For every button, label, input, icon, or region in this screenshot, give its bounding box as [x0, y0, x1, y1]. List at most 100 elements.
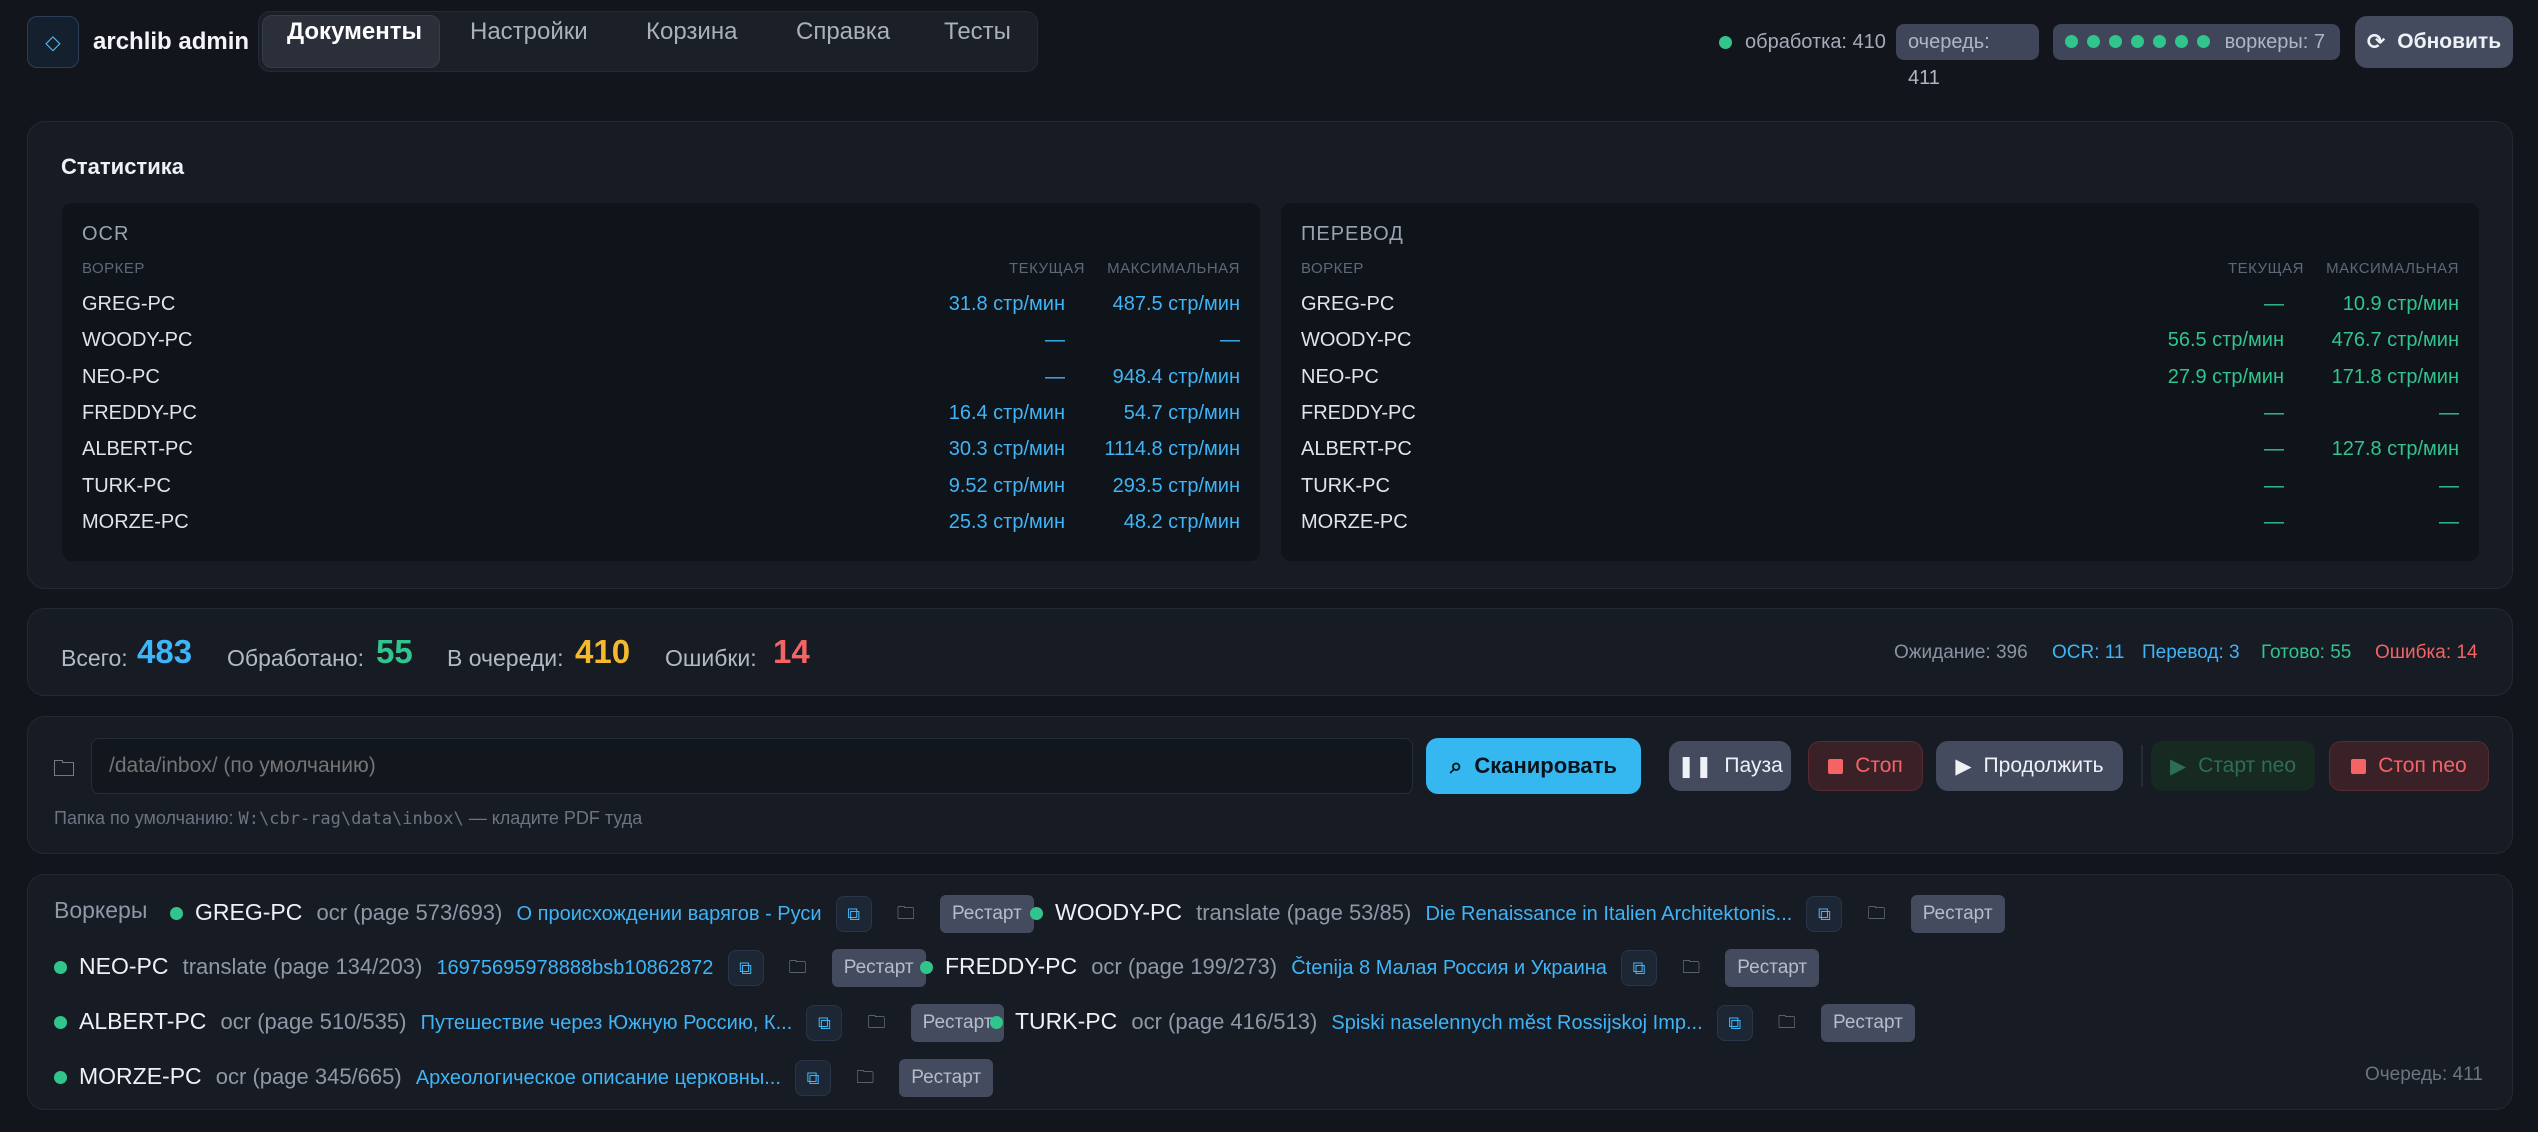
- folder-icon: 🗀: [53, 756, 76, 781]
- folder-icon[interactable]: 🗀: [888, 896, 924, 932]
- stop-neo-button[interactable]: Стоп neo: [2329, 741, 2489, 791]
- open-external-icon[interactable]: ⧉: [1716, 1005, 1753, 1041]
- stop-icon: [2351, 758, 2367, 774]
- current-rate: —: [1045, 329, 1065, 352]
- worker-item: FREDDY-PC ocr (page 199/273) Čtenija 8 М…: [920, 949, 1820, 989]
- current-rate: —: [2264, 438, 2284, 461]
- open-external-icon[interactable]: ⧉: [835, 896, 872, 932]
- open-external-icon[interactable]: ⧉: [1621, 950, 1658, 986]
- stop-button[interactable]: Стоп: [1808, 741, 1923, 791]
- current-rate: 30.3 стр/мин: [948, 438, 1065, 461]
- worker-dots: [2065, 31, 2219, 53]
- online-dot-icon: [54, 1015, 67, 1029]
- restart-button[interactable]: Рестарт: [1910, 895, 2005, 933]
- workers-badge: воркеры: 7: [2053, 24, 2340, 60]
- max-rate: 1114.8 стр/мин: [1104, 438, 1240, 461]
- worker-item: MORZE-PC ocr (page 345/665) Археологичес…: [54, 1059, 994, 1099]
- worker-name: GREG-PC: [195, 898, 303, 925]
- total-label: Всего:: [61, 645, 128, 671]
- online-dot-icon: [170, 906, 183, 920]
- processing-dot-icon: [1719, 36, 1732, 49]
- col-max: МАКСИМАЛЬНАЯ: [2326, 260, 2459, 277]
- worker-name: MORZE-PC: [1301, 510, 1408, 533]
- play-icon: ▶: [2169, 754, 2187, 778]
- max-rate: 127.8 стр/мин: [2331, 438, 2459, 461]
- document-link[interactable]: Путешествие через Южную Россию, К...: [421, 1012, 793, 1034]
- document-link[interactable]: 16975695978888bsb10862872: [436, 957, 713, 979]
- folder-icon[interactable]: 🗀: [859, 1005, 895, 1041]
- pause-button[interactable]: ❚❚ Пауза: [1669, 741, 1791, 791]
- stop-label: Стоп: [1855, 754, 1903, 777]
- stop-icon: [1828, 758, 1844, 774]
- stats-row: MORZE-PC 25.3 стр/мин 48.2 стр/мин: [82, 511, 1240, 547]
- max-rate: 10.9 стр/мин: [2342, 293, 2459, 315]
- tab-documents[interactable]: Документы: [287, 18, 422, 46]
- restart-button[interactable]: Рестарт: [939, 895, 1034, 933]
- document-link[interactable]: Археологическое описание церковны...: [416, 1067, 781, 1089]
- worker-name: TURK-PC: [1301, 474, 1390, 497]
- restart-button[interactable]: Рестарт: [1821, 1004, 1915, 1042]
- col-max: МАКСИМАЛЬНАЯ: [1107, 260, 1240, 277]
- scan-label: Сканировать: [1474, 753, 1617, 778]
- max-rate: —: [2439, 474, 2459, 497]
- translate-stats-table: ПЕРЕВОД ВОРКЕР ТЕКУЩАЯ МАКСИМАЛЬНАЯ GREG…: [1281, 203, 2479, 561]
- current-rate: 27.9 стр/мин: [2167, 365, 2284, 388]
- resume-button[interactable]: ▶ Продолжить: [1936, 741, 2123, 791]
- folder-icon[interactable]: 🗀: [1769, 1005, 1805, 1041]
- document-link[interactable]: Čtenija 8 Малая Россия и Украина: [1291, 957, 1607, 979]
- open-external-icon[interactable]: ⧉: [1806, 896, 1843, 932]
- tab-trash[interactable]: Корзина: [646, 18, 737, 46]
- current-rate: 9.52 стр/мин: [948, 474, 1065, 497]
- scan-path-input[interactable]: [91, 738, 1413, 794]
- default-folder-hint: Папка по умолчанию: W:\cbr-rag\data\inbo…: [54, 808, 642, 829]
- total-value: 483: [137, 633, 193, 670]
- folder-icon[interactable]: 🗀: [780, 950, 816, 986]
- restart-button[interactable]: Рестарт: [831, 949, 926, 987]
- worker-item: TURK-PC ocr (page 416/513) Spiski nasele…: [990, 1004, 1915, 1044]
- document-link[interactable]: О происхождении варягов - Руси: [517, 903, 822, 925]
- current-rate: 16.4 стр/мин: [948, 401, 1065, 424]
- worker-name: ALBERT-PC: [1301, 438, 1412, 461]
- hint-suffix: — кладите PDF туда: [463, 808, 643, 828]
- stats-row: GREG-PC — 10.9 стр/мин: [1301, 293, 2459, 329]
- start-neo-button[interactable]: ▶ Старт neo: [2151, 741, 2315, 791]
- summary-translate: Перевод: 3: [2142, 642, 2240, 663]
- folder-icon[interactable]: 🗀: [847, 1060, 883, 1096]
- open-external-icon[interactable]: ⧉: [806, 1005, 843, 1041]
- worker-status: ocr (page 573/693): [316, 899, 503, 925]
- refresh-icon: ⟳: [2366, 29, 2386, 54]
- app-title: archlib admin: [93, 28, 250, 55]
- worker-status: ocr (page 416/513): [1131, 1008, 1318, 1034]
- worker-item: WOODY-PC translate (page 53/85) Die Rena…: [1030, 895, 2005, 935]
- restart-button[interactable]: Рестарт: [899, 1059, 994, 1097]
- resume-label: Продолжить: [1983, 754, 2104, 777]
- restart-button[interactable]: Рестарт: [1725, 949, 1820, 987]
- stop-neo-label: Стоп neo: [2378, 754, 2467, 777]
- max-rate: 487.5 стр/мин: [1112, 293, 1240, 315]
- tab-help[interactable]: Справка: [796, 18, 890, 46]
- folder-icon[interactable]: 🗀: [1859, 896, 1895, 932]
- folder-icon[interactable]: 🗀: [1673, 950, 1709, 986]
- document-link[interactable]: Spiski naselennych mĕst Rossijskoj Imp..…: [1331, 1012, 1702, 1034]
- refresh-button[interactable]: ⟳ Обновить: [2355, 16, 2513, 68]
- tab-settings[interactable]: Настройки: [470, 18, 588, 46]
- scan-button[interactable]: ⌕ Сканировать: [1426, 738, 1641, 794]
- start-neo-label: Старт neo: [2198, 754, 2297, 777]
- workers-queue: Очередь: 411: [2365, 1064, 2483, 1085]
- in-queue-value: 410: [575, 633, 631, 670]
- open-external-icon[interactable]: ⧉: [795, 1060, 832, 1096]
- processed-label: Обработано:: [227, 645, 365, 671]
- col-worker: ВОРКЕР: [82, 260, 145, 277]
- max-rate: —: [2439, 401, 2459, 424]
- tab-tests[interactable]: Тесты: [944, 18, 1011, 46]
- document-link[interactable]: Die Renaissance in Italien Architektonis…: [1425, 903, 1792, 925]
- max-rate: 948.4 стр/мин: [1112, 365, 1240, 388]
- online-dot-icon: [54, 1070, 67, 1084]
- max-rate: 476.7 стр/мин: [2331, 329, 2459, 352]
- open-external-icon[interactable]: ⧉: [727, 950, 764, 986]
- worker-item: NEO-PC translate (page 134/203) 16975695…: [54, 949, 926, 989]
- summary-ready: Готово: 55: [2261, 642, 2352, 663]
- worker-status: translate (page 134/203): [182, 953, 423, 979]
- pause-label: Пауза: [1724, 754, 1783, 777]
- worker-status-dot-icon: [2087, 35, 2100, 48]
